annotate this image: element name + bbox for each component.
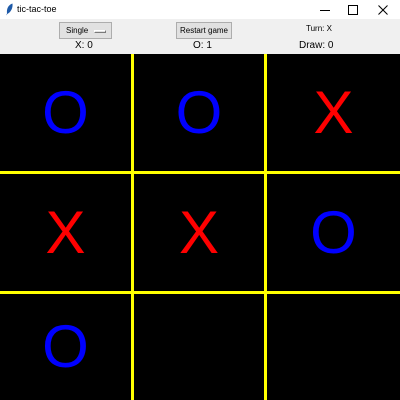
board-cell-2-1[interactable]: [134, 294, 264, 400]
window-title: tic-tac-toe: [17, 4, 57, 14]
board-cell-1-1[interactable]: X: [134, 174, 264, 291]
board-cell-2-2[interactable]: [267, 294, 400, 400]
score-draw: Draw: 0: [299, 40, 334, 51]
feather-icon: [5, 3, 14, 16]
close-icon[interactable]: [368, 0, 398, 19]
game-board: O O X X X O O: [0, 54, 400, 400]
minimize-icon[interactable]: [310, 0, 340, 19]
board-cell-0-1[interactable]: O: [134, 54, 264, 171]
score-o: O: 1: [193, 40, 212, 51]
board-cell-1-0[interactable]: X: [0, 174, 131, 291]
mode-select-button[interactable]: Single: [59, 22, 112, 39]
restart-game-button[interactable]: Restart game: [176, 22, 232, 39]
turn-indicator: Turn: X: [306, 24, 332, 33]
board-cell-2-0[interactable]: O: [0, 294, 131, 400]
toolbar: Single Restart game Turn: X X: 0 O: 1 Dr…: [0, 19, 400, 54]
board-cell-0-2[interactable]: X: [267, 54, 400, 171]
option-menu-indicator-icon: [94, 30, 106, 33]
score-x: X: 0: [75, 40, 93, 51]
game-window: tic-tac-toe Single Restart game Turn: X …: [0, 0, 400, 400]
board-cell-0-0[interactable]: O: [0, 54, 131, 171]
title-bar[interactable]: tic-tac-toe: [0, 0, 400, 19]
board-cell-1-2[interactable]: O: [267, 174, 400, 291]
maximize-icon[interactable]: [338, 0, 368, 19]
mode-select-label: Single: [66, 26, 89, 35]
